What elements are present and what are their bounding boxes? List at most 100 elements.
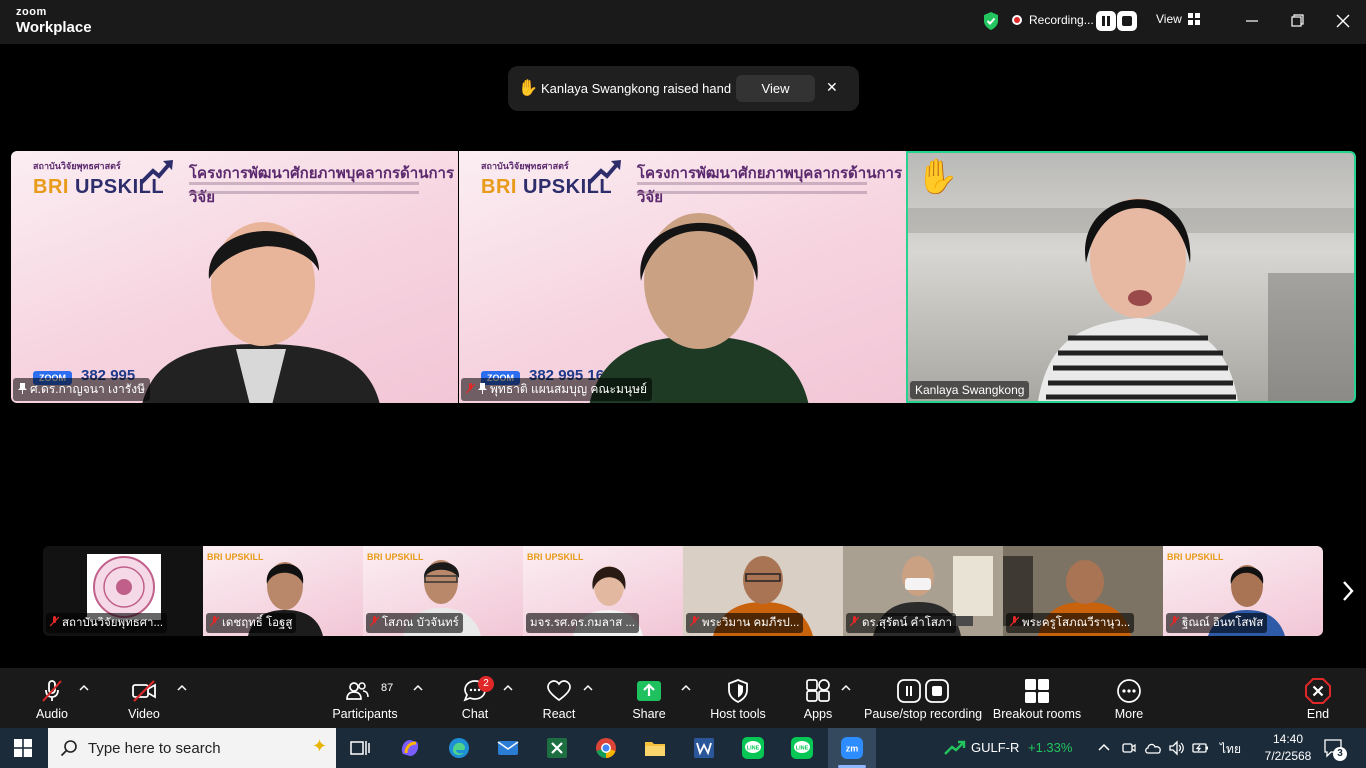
stock-name[interactable]: GULF-R bbox=[971, 740, 1019, 755]
svg-text:zm: zm bbox=[846, 744, 859, 754]
minimize-window-icon[interactable] bbox=[1240, 10, 1264, 32]
filmstrip-name-text: ฐิณณ์ อินทโสฬส bbox=[1182, 617, 1264, 629]
filmstrip-name-text: ดร.สุรัตน์ คำโสภา bbox=[862, 617, 952, 629]
slide-subtext bbox=[189, 182, 419, 185]
stop-recording-button[interactable] bbox=[1117, 11, 1137, 31]
task-view-icon[interactable] bbox=[348, 736, 372, 760]
stock-change: +1.33% bbox=[1028, 740, 1073, 755]
onedrive-cloud-icon[interactable] bbox=[1144, 740, 1162, 756]
stock-trend-icon[interactable] bbox=[944, 740, 966, 756]
mail-icon[interactable] bbox=[496, 736, 520, 760]
participants-options-caret-icon[interactable] bbox=[413, 684, 423, 692]
breakout-rooms-button[interactable]: Breakout rooms bbox=[990, 668, 1084, 728]
word-icon[interactable] bbox=[692, 736, 716, 760]
raised-hand-notification: ✋ Kanlaya Swangkong raised hand View ✕ bbox=[508, 66, 859, 111]
app-logo: zoom Workplace bbox=[16, 7, 92, 36]
file-explorer-icon[interactable] bbox=[643, 736, 667, 760]
react-button[interactable]: React bbox=[534, 668, 584, 728]
filmstrip-name: สถาบันวิจัยพุทธศา... bbox=[46, 613, 168, 633]
participant-video-room bbox=[908, 198, 1354, 401]
slide-org-text: สถาบันวิจัยพุทธศาสตร์ bbox=[33, 161, 121, 171]
slide-subtext bbox=[637, 182, 867, 185]
share-button[interactable]: Share bbox=[624, 668, 674, 728]
audio-options-caret-icon[interactable] bbox=[79, 684, 89, 692]
taskbar-search-box[interactable]: Type here to search ✦ bbox=[48, 728, 336, 768]
filmstrip-tile[interactable]: BRI UPSKILL โสภณ บัวจันทร์ bbox=[363, 546, 523, 636]
brand-left: BRI bbox=[33, 176, 69, 198]
filmstrip-tile[interactable]: BRI UPSKILL มจร.รศ.ดร.กมลาส ... bbox=[523, 546, 683, 636]
filmstrip-name: โสภณ บัวจันทร์ bbox=[366, 613, 463, 633]
input-language[interactable]: ไทย bbox=[1220, 740, 1241, 759]
copilot-icon[interactable] bbox=[398, 736, 422, 760]
audio-button[interactable]: Audio bbox=[22, 668, 82, 728]
host-tools-button[interactable]: Host tools bbox=[704, 668, 772, 728]
encryption-shield-icon[interactable] bbox=[982, 11, 1000, 31]
video-tile-1[interactable]: สถาบันวิจัยพุทธศาสตร์ BRI UPSKILL โครงกา… bbox=[11, 151, 458, 403]
speaker-volume-icon[interactable] bbox=[1168, 740, 1186, 756]
apps-options-caret-icon[interactable] bbox=[841, 684, 851, 692]
raised-hand-message: Kanlaya Swangkong raised hand bbox=[541, 81, 732, 96]
line-app-icon-2[interactable]: LINE bbox=[790, 736, 814, 760]
pause-stop-icon bbox=[897, 679, 949, 703]
filmstrip-tile[interactable]: พระวิมาน คมภีรป... bbox=[683, 546, 843, 636]
filmstrip-next-chevron-icon[interactable] bbox=[1338, 578, 1358, 604]
pause-stop-recording-button[interactable]: Pause/stop recording bbox=[864, 668, 982, 728]
view-raised-hand-button[interactable]: View bbox=[736, 75, 815, 102]
participant-video-person bbox=[142, 222, 380, 403]
chat-options-caret-icon[interactable] bbox=[503, 684, 513, 692]
svg-text:BRI UPSKILL: BRI UPSKILL bbox=[207, 552, 264, 562]
recording-label[interactable]: Recording... bbox=[1029, 13, 1094, 27]
slide-org-text: สถาบันวิจัยพุทธศาสตร์ bbox=[481, 161, 569, 171]
video-options-caret-icon[interactable] bbox=[177, 684, 187, 692]
excel-icon[interactable] bbox=[545, 736, 569, 760]
apps-icon bbox=[806, 679, 830, 702]
filmstrip-tile[interactable]: BRI UPSKILL ฐิณณ์ อินทโสฬส bbox=[1163, 546, 1323, 636]
muted-mic-icon bbox=[370, 616, 379, 627]
participants-button[interactable]: Participants bbox=[330, 668, 400, 728]
pin-icon bbox=[478, 383, 487, 394]
zoom-app-icon[interactable]: zm bbox=[840, 736, 864, 760]
pause-stop-label: Pause/stop recording bbox=[864, 707, 983, 721]
more-button[interactable]: More bbox=[1104, 668, 1154, 728]
close-notification-icon[interactable]: ✕ bbox=[826, 79, 838, 96]
edge-browser-icon[interactable] bbox=[447, 736, 471, 760]
growth-arrow-icon bbox=[587, 160, 621, 185]
chrome-icon[interactable] bbox=[594, 736, 618, 760]
raised-hand-icon: ✋ bbox=[518, 80, 538, 97]
participant-name-tag: พุทธาติ แผนสมบุญ คณะมนุษย์ bbox=[461, 378, 653, 401]
meet-now-camera-icon[interactable] bbox=[1122, 740, 1136, 756]
windows-start-icon[interactable] bbox=[14, 739, 32, 757]
close-window-icon[interactable] bbox=[1331, 10, 1355, 32]
line-app-icon[interactable]: LINE bbox=[741, 736, 765, 760]
pause-recording-button[interactable] bbox=[1096, 11, 1116, 31]
taskbar-clock[interactable]: 14:40 7/2/2568 bbox=[1260, 731, 1316, 765]
battery-charging-icon[interactable] bbox=[1192, 740, 1210, 756]
view-button[interactable]: View bbox=[1156, 12, 1182, 26]
filmstrip-tile[interactable]: ดร.สุรัตน์ คำโสภา bbox=[843, 546, 1003, 636]
gallery-grid-icon[interactable] bbox=[1188, 13, 1200, 25]
meeting-toolbar: Audio Video Participants 87 Chat 2 React… bbox=[0, 668, 1366, 728]
svg-text:LINE: LINE bbox=[747, 746, 760, 752]
show-hidden-icons-chevron-icon[interactable] bbox=[1098, 742, 1110, 752]
chat-label: Chat bbox=[461, 707, 489, 721]
video-tile-2[interactable]: สถาบันวิจัยพุทธศาสตร์ BRI UPSKILL โครงกา… bbox=[459, 151, 906, 403]
muted-mic-icon bbox=[50, 616, 59, 627]
filmstrip-tile[interactable]: พระครูโสภณวีรานุว... bbox=[1003, 546, 1163, 636]
filmstrip-name: เดชฤทธิ์ โอฐสู bbox=[206, 613, 297, 633]
video-tile-3-active-speaker[interactable]: ✋ Kanlaya Swangkong bbox=[906, 151, 1356, 403]
end-meeting-button[interactable]: End bbox=[1293, 668, 1343, 728]
apps-button[interactable]: Apps bbox=[793, 668, 843, 728]
windows-taskbar: Type here to search ✦ LINE LINE zm GULF-… bbox=[0, 728, 1366, 768]
filmstrip-tile[interactable]: BRI UPSKILL เดชฤทธิ์ โอฐสู bbox=[203, 546, 363, 636]
video-button[interactable]: Video bbox=[114, 668, 174, 728]
chat-button[interactable]: Chat bbox=[450, 668, 500, 728]
restore-window-icon[interactable] bbox=[1285, 10, 1309, 32]
participants-icon bbox=[346, 682, 369, 700]
share-options-caret-icon[interactable] bbox=[681, 684, 691, 692]
filmstrip-tile[interactable]: สถาบันวิจัยพุทธศา... bbox=[43, 546, 203, 636]
react-options-caret-icon[interactable] bbox=[583, 684, 593, 692]
apps-label: Apps bbox=[803, 707, 833, 721]
growth-arrow-icon bbox=[139, 160, 173, 185]
muted-mic-icon bbox=[1010, 616, 1019, 627]
filmstrip-name: ดร.สุรัตน์ คำโสภา bbox=[846, 613, 956, 633]
